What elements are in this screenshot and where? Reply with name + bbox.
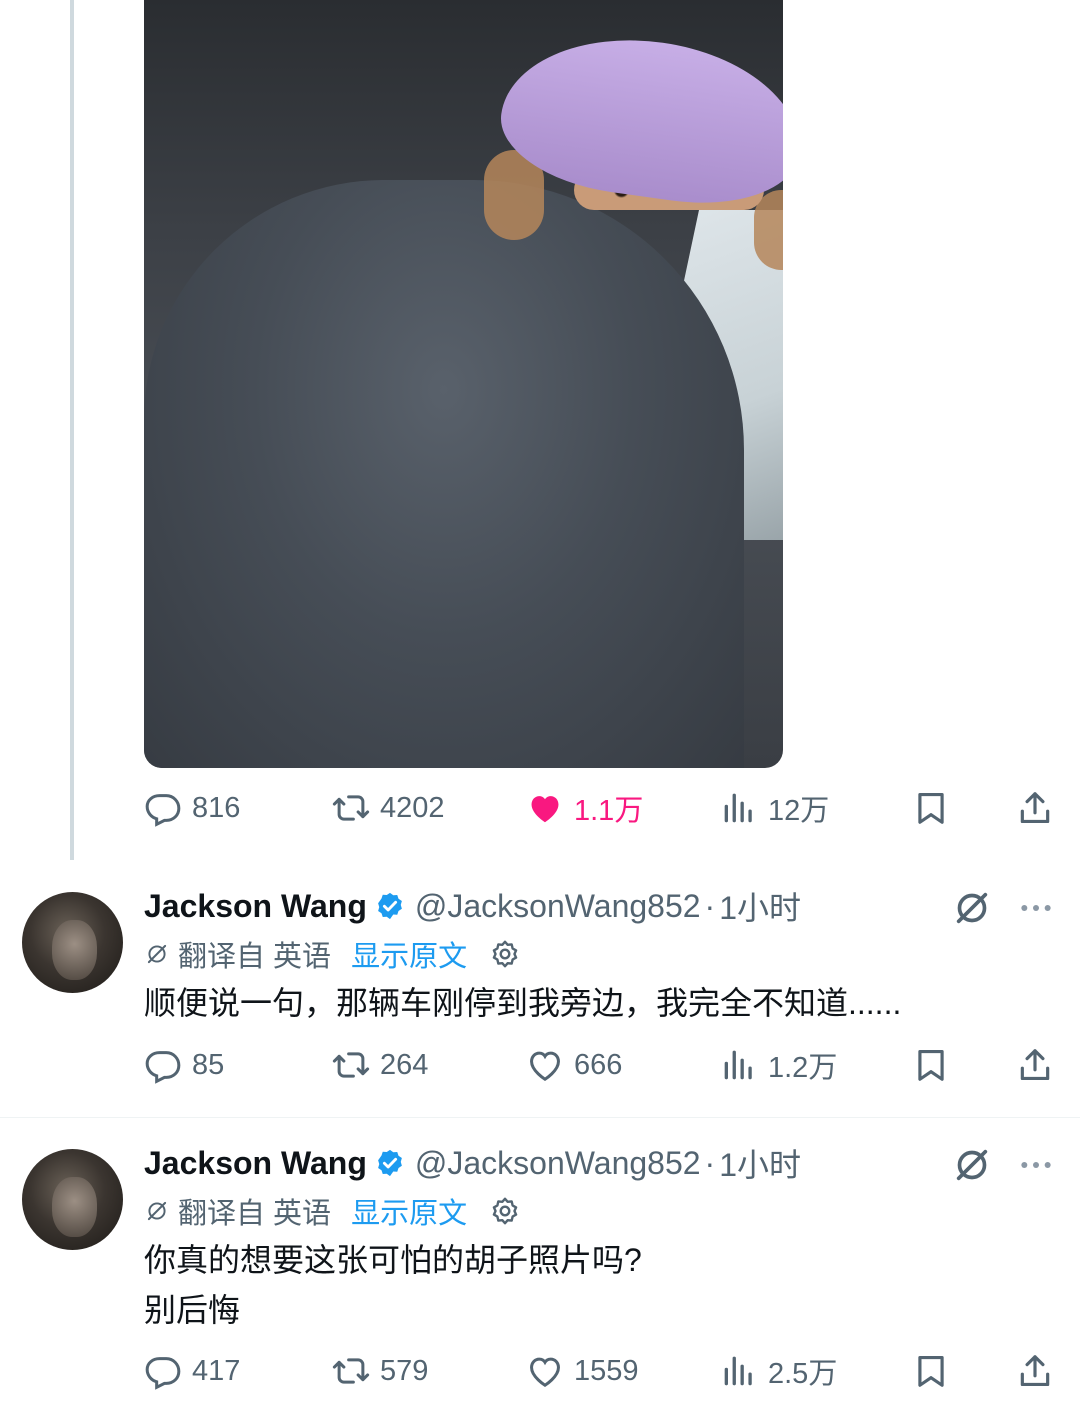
more-icon[interactable]: [1016, 888, 1056, 928]
retweet-icon: [332, 1046, 370, 1084]
display-name[interactable]: Jackson Wang: [144, 1145, 367, 1182]
views-count: 1.2万: [768, 1052, 838, 1084]
reply-button[interactable]: 85: [144, 1040, 224, 1090]
retweet-count: 264: [380, 1048, 429, 1081]
tweet-text: 你真的想要这张可怕的胡子照片吗? 别后悔: [144, 1235, 642, 1335]
reply-count: 417: [192, 1354, 241, 1387]
tweet-action-bar: 417 579 1559 2.5万: [144, 1346, 1056, 1396]
like-button[interactable]: 1.1万: [526, 783, 643, 833]
grok-icon[interactable]: [952, 1145, 992, 1185]
reply-count: 85: [192, 1048, 225, 1081]
tweet-video[interactable]: [144, 0, 783, 768]
settings-icon[interactable]: [489, 938, 521, 970]
separator: ·: [704, 1144, 716, 1181]
retweet-button[interactable]: 4202: [332, 783, 445, 833]
retweet-count: 4202: [380, 791, 445, 824]
grok-icon[interactable]: [952, 888, 992, 928]
tweet-text-line: 别后悔: [144, 1292, 241, 1328]
retweet-button[interactable]: 264: [332, 1040, 428, 1090]
bookmark-button[interactable]: [912, 1040, 950, 1090]
display-name[interactable]: Jackson Wang: [144, 888, 367, 925]
like-count: 1559: [574, 1354, 639, 1387]
like-button[interactable]: 1559: [526, 1346, 639, 1396]
share-button[interactable]: [1016, 783, 1054, 833]
translated-from-label: 翻译自 英语: [178, 941, 332, 973]
reply-icon: [144, 789, 182, 827]
avatar[interactable]: [22, 892, 123, 993]
tweet-text: 顺便说一句，那辆车刚停到我旁边，我完全不知道......: [144, 978, 901, 1028]
tweet-divider: [0, 1117, 1080, 1118]
username[interactable]: @JacksonWang852: [415, 888, 701, 925]
reply-icon: [144, 1352, 182, 1390]
avatar[interactable]: [22, 1149, 123, 1250]
bookmark-button[interactable]: [912, 783, 950, 833]
video-subject: [144, 180, 744, 768]
views-button[interactable]: 2.5万: [720, 1346, 837, 1396]
views-button[interactable]: 12万: [720, 783, 829, 833]
tweet-text-line: 顺便说一句，那辆车刚停到我旁边，我完全不知道......: [144, 985, 902, 1021]
show-original-link[interactable]: 显示原文: [351, 1190, 467, 1232]
views-count: 12万: [768, 795, 830, 827]
reply-tweet[interactable]: Jackson Wang @JacksonWang852 · 1小时 翻译自 英…: [0, 886, 1080, 1116]
timestamp[interactable]: 1小时: [719, 883, 801, 929]
like-count: 666: [574, 1048, 623, 1081]
reply-button[interactable]: 816: [144, 783, 240, 833]
username[interactable]: @JacksonWang852: [415, 1145, 701, 1182]
show-original-link[interactable]: 显示原文: [351, 933, 467, 975]
retweet-count: 579: [380, 1354, 429, 1387]
tweet-header: Jackson Wang @JacksonWang852 · 1小时: [144, 1140, 801, 1186]
like-button[interactable]: 666: [526, 1040, 622, 1090]
reply-button[interactable]: 417: [144, 1346, 240, 1396]
share-icon: [1016, 789, 1054, 827]
share-icon: [1016, 1046, 1054, 1084]
translated-from-label: 翻译自 英语: [178, 1198, 332, 1230]
translate-icon: [144, 1198, 170, 1224]
views-icon: [720, 1046, 758, 1084]
like-icon: [526, 1046, 564, 1084]
views-count: 2.5万: [768, 1358, 838, 1390]
share-icon: [1016, 1352, 1054, 1390]
tweet-action-bar: 85 264 666 1.2万: [144, 1040, 1056, 1090]
timestamp[interactable]: 1小时: [719, 1140, 801, 1186]
bookmark-icon: [912, 789, 950, 827]
like-icon: [526, 789, 564, 827]
tweet-text-line: 你真的想要这张可怕的胡子照片吗?: [144, 1242, 642, 1278]
views-button[interactable]: 1.2万: [720, 1040, 837, 1090]
bookmark-button[interactable]: [912, 1346, 950, 1396]
retweet-icon: [332, 1352, 370, 1390]
retweet-button[interactable]: 579: [332, 1346, 428, 1396]
translation-bar: 翻译自 英语 显示原文: [144, 934, 521, 974]
reply-icon: [144, 1046, 182, 1084]
settings-icon[interactable]: [489, 1195, 521, 1227]
tweet-header: Jackson Wang @JacksonWang852 · 1小时: [144, 883, 801, 929]
views-icon: [720, 789, 758, 827]
share-button[interactable]: [1016, 1346, 1054, 1396]
more-icon[interactable]: [1016, 1145, 1056, 1185]
reply-tweet[interactable]: Jackson Wang @JacksonWang852 · 1小时 翻译自 英…: [0, 1143, 1080, 1423]
bookmark-icon: [912, 1046, 950, 1084]
translation-bar: 翻译自 英语 显示原文: [144, 1191, 521, 1231]
retweet-icon: [332, 789, 370, 827]
bookmark-icon: [912, 1352, 950, 1390]
like-count: 1.1万: [574, 795, 644, 827]
translate-icon: [144, 941, 170, 967]
share-button[interactable]: [1016, 1040, 1054, 1090]
thread-connector-line: [70, 0, 74, 860]
reply-count: 816: [192, 791, 241, 824]
separator: ·: [704, 887, 716, 924]
tweet-action-bar: 816 4202 1.1万 12万: [144, 783, 1056, 833]
views-icon: [720, 1352, 758, 1390]
verified-icon: [375, 891, 405, 921]
like-icon: [526, 1352, 564, 1390]
verified-icon: [375, 1148, 405, 1178]
